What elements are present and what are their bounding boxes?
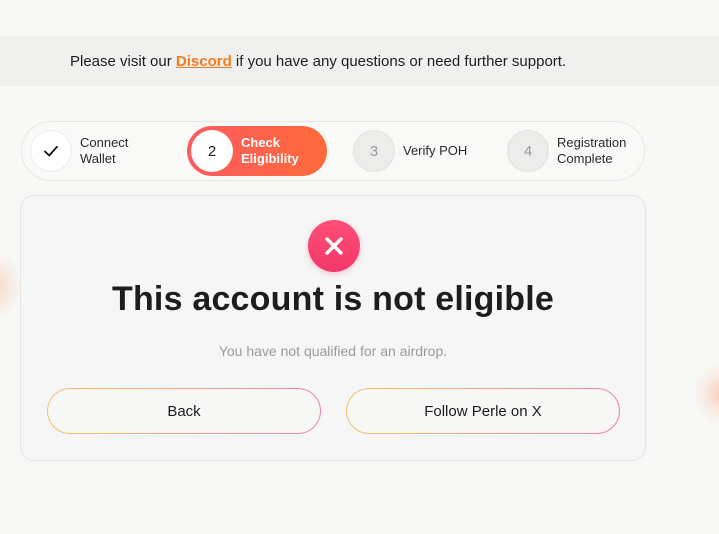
step-2-label-line1: Check	[241, 135, 281, 150]
decorative-glow-right	[695, 362, 719, 426]
step-4-label-line2: Complete	[557, 151, 613, 166]
support-banner-suffix: if you have any questions or need furthe…	[231, 52, 567, 70]
step-4-label: Registration Complete	[557, 135, 626, 167]
step-3-badge: 3	[353, 130, 395, 172]
check-icon	[44, 145, 58, 157]
step-verify-poh: 3 Verify POH	[353, 126, 467, 176]
support-banner-prefix: Please visit our	[70, 52, 176, 70]
step-2-label: Check Eligibility	[241, 135, 299, 167]
page: Please visit our Discord if you have any…	[0, 0, 719, 534]
result-title: This account is not eligible	[112, 280, 554, 318]
decorative-glow-left	[0, 250, 20, 322]
eligibility-result-card: This account is not eligible You have no…	[20, 195, 646, 461]
step-check-eligibility: 2 Check Eligibility	[187, 126, 327, 176]
back-button[interactable]: Back	[47, 388, 321, 434]
discord-link[interactable]: Discord	[176, 53, 232, 70]
step-2-label-line2: Eligibility	[241, 151, 299, 166]
follow-perle-on-x-button[interactable]: Follow Perle on X	[346, 388, 620, 434]
step-1-label-line2: Wallet	[80, 151, 116, 166]
step-1-label: Connect Wallet	[80, 135, 128, 167]
error-badge	[308, 220, 360, 272]
step-3-label: Verify POH	[403, 143, 467, 159]
step-2-badge: 2	[191, 130, 233, 172]
step-1-circle	[30, 130, 72, 172]
support-banner-text: Please visit our Discord if you have any…	[0, 53, 566, 70]
step-connect-wallet: Connect Wallet	[30, 126, 128, 176]
support-banner: Please visit our Discord if you have any…	[0, 36, 719, 86]
step-1-label-line1: Connect	[80, 135, 129, 150]
result-subtitle: You have not qualified for an airdrop.	[218, 343, 448, 359]
step-3-label-line1: Verify POH	[403, 143, 468, 158]
step-4-badge: 4	[507, 130, 549, 172]
step-4-label-line1: Registration	[557, 135, 627, 150]
progress-stepper: Connect Wallet 2 Check Eligibility 3 Ver…	[21, 121, 645, 181]
close-icon	[325, 237, 343, 255]
step-registration-complete: 4 Registration Complete	[507, 126, 626, 176]
